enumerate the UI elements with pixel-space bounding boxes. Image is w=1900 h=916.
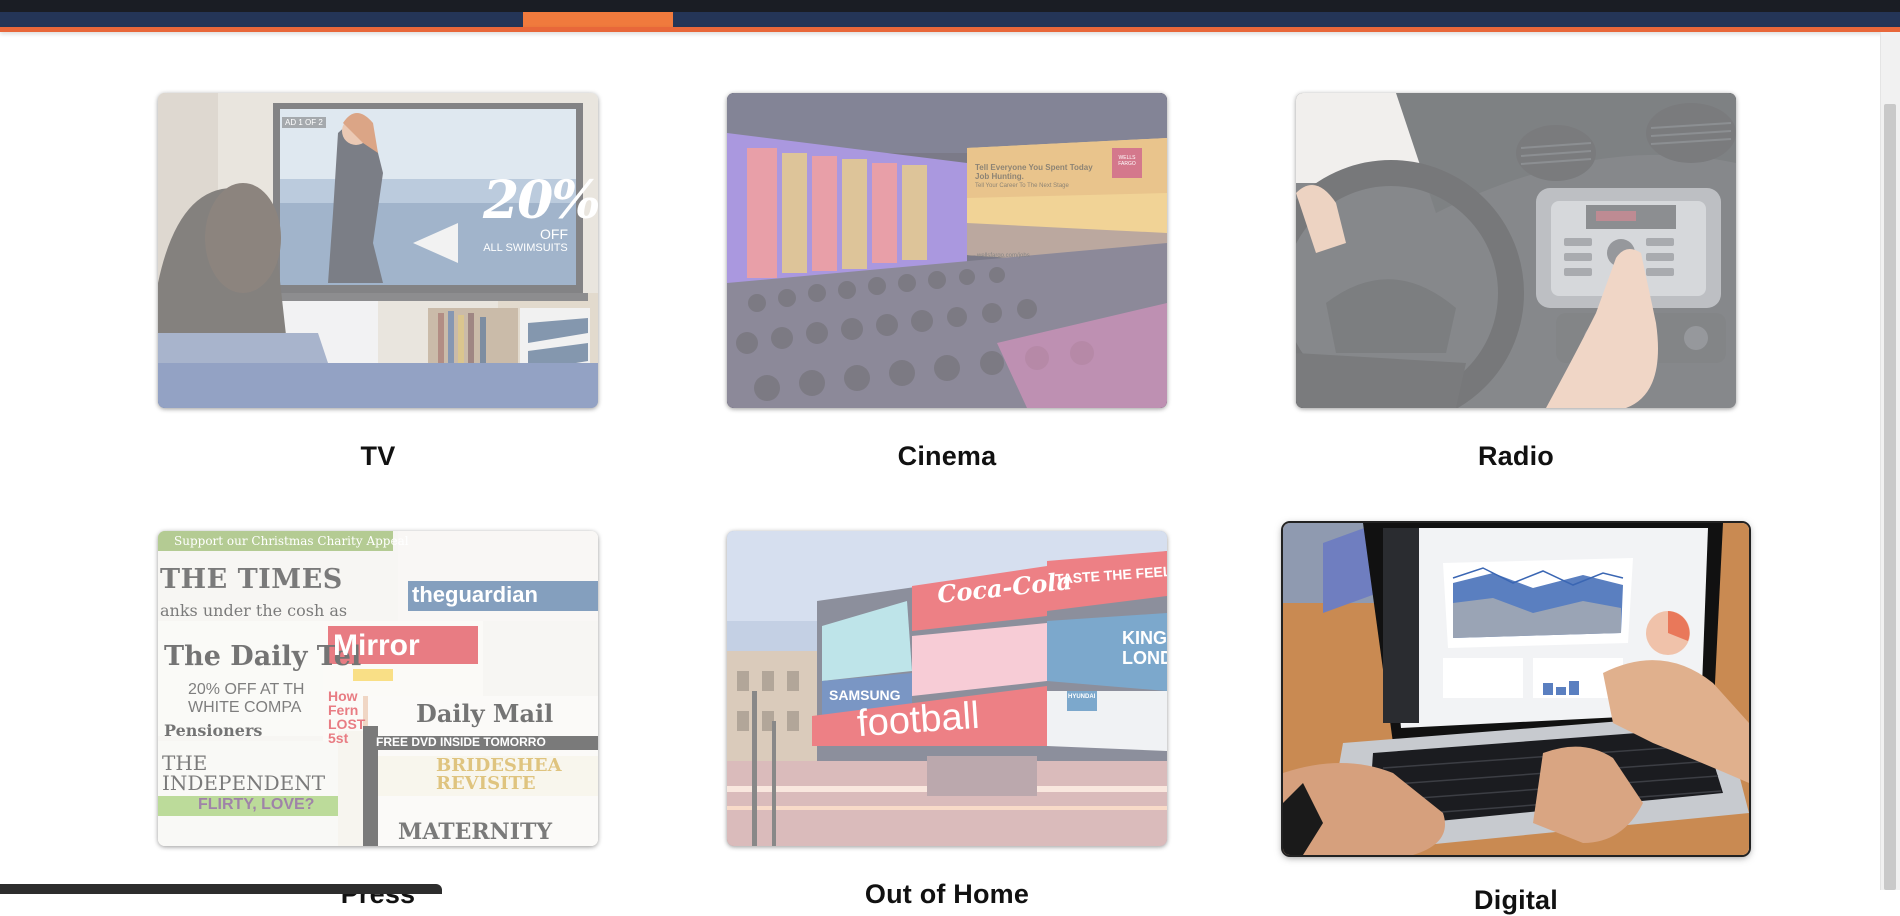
radio-image-veil — [1296, 93, 1736, 408]
radio-image[interactable] — [1296, 93, 1736, 408]
media-label-tv[interactable]: TV — [158, 441, 598, 472]
media-card-press[interactable]: Support our Christmas Charity Appeal THE… — [158, 531, 598, 910]
media-card-digital[interactable]: Digital — [1283, 523, 1749, 916]
media-card-cinema[interactable]: Tell Everyone You Spent Today Job Huntin… — [727, 93, 1167, 472]
press-image[interactable]: Support our Christmas Charity Appeal THE… — [158, 531, 598, 846]
media-label-out-of-home[interactable]: Out of Home — [727, 879, 1167, 910]
media-label-cinema[interactable]: Cinema — [727, 441, 1167, 472]
digital-image[interactable] — [1283, 523, 1749, 855]
media-card-out-of-home[interactable]: Coca-Cola TASTE THE FEEL SAMSUNG footbal… — [727, 531, 1167, 910]
digital-image-veil — [1283, 523, 1749, 855]
cinema-image-veil — [727, 93, 1167, 408]
press-image-veil — [158, 531, 598, 846]
cinema-image[interactable]: Tell Everyone You Spent Today Job Huntin… — [727, 93, 1167, 408]
scrollbar-thumb[interactable] — [1884, 104, 1896, 890]
media-card-tv[interactable]: AD 1 OF 2 20% OFF ALL SWIMSUITS TV — [158, 93, 598, 472]
nav-active-tab[interactable] — [523, 12, 673, 27]
tv-image-veil — [158, 93, 598, 408]
media-label-radio[interactable]: Radio — [1296, 441, 1736, 472]
media-card-radio[interactable]: Radio — [1296, 93, 1736, 472]
navbar-accent-line — [0, 27, 1900, 32]
top-strip — [0, 0, 1900, 12]
main-navbar — [0, 12, 1900, 27]
out-of-home-image[interactable]: Coca-Cola TASTE THE FEEL SAMSUNG footbal… — [727, 531, 1167, 846]
tv-image[interactable]: AD 1 OF 2 20% OFF ALL SWIMSUITS — [158, 93, 598, 408]
bottom-toast-edge — [0, 884, 442, 894]
out-of-home-image-veil — [727, 531, 1167, 846]
